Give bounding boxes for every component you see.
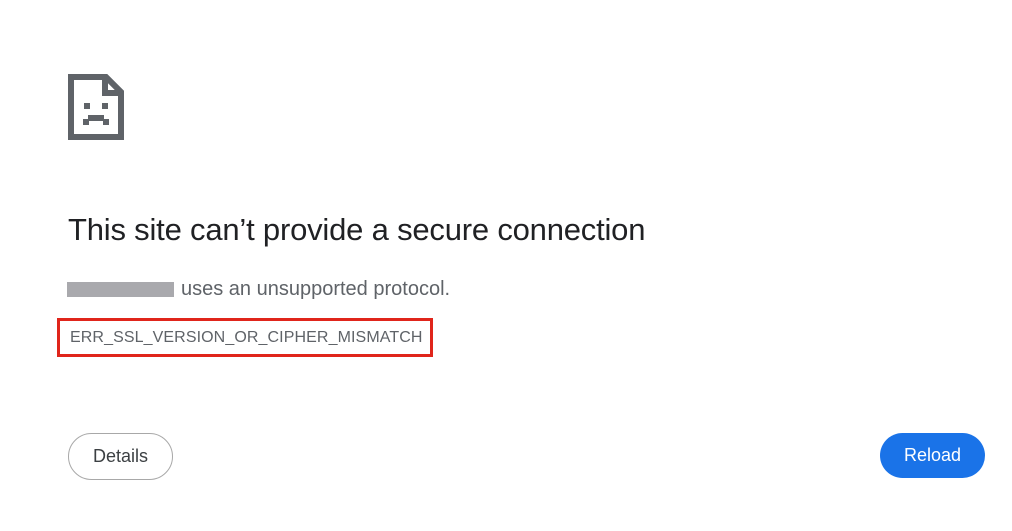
details-button[interactable]: Details xyxy=(68,433,173,480)
error-message: uses an unsupported protocol. xyxy=(67,274,450,304)
error-page: This site can’t provide a secure connect… xyxy=(0,0,1012,531)
reload-button[interactable]: Reload xyxy=(880,433,985,478)
broken-page-sad-face-icon xyxy=(68,74,124,140)
error-code: ERR_SSL_VERSION_OR_CIPHER_MISMATCH xyxy=(70,329,423,346)
highlighted-error-code: ERR_SSL_VERSION_OR_CIPHER_MISMATCH xyxy=(57,318,433,357)
page-title: This site can’t provide a secure connect… xyxy=(68,212,646,247)
error-message-text: uses an unsupported protocol. xyxy=(181,278,451,300)
redacted-hostname xyxy=(67,281,174,297)
